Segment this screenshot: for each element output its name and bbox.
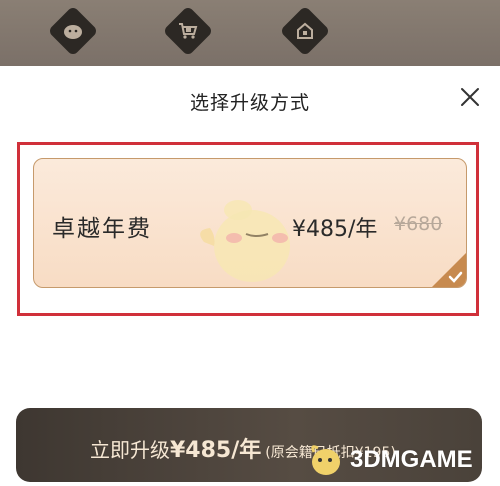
close-button[interactable]	[456, 83, 484, 111]
home-icon	[279, 5, 331, 57]
watermark: 3DMGAME	[306, 442, 473, 478]
close-icon	[461, 88, 479, 106]
plan-original-price: ¥680	[394, 213, 443, 235]
upgrade-label: 立即升级	[90, 438, 170, 462]
face-icon	[47, 5, 99, 57]
dialog-title: 选择升级方式	[189, 92, 310, 114]
mascot-sticker	[200, 200, 290, 282]
upgrade-amount: ¥485/年	[170, 438, 262, 463]
selected-check-icon	[432, 253, 466, 287]
background-overlay	[0, 0, 500, 66]
plan-name: 卓越年费	[52, 216, 152, 242]
watermark-text: 3DMGAME	[350, 446, 473, 473]
watermark-mascot-icon	[311, 445, 340, 475]
shopping-cart-icon	[162, 5, 214, 57]
